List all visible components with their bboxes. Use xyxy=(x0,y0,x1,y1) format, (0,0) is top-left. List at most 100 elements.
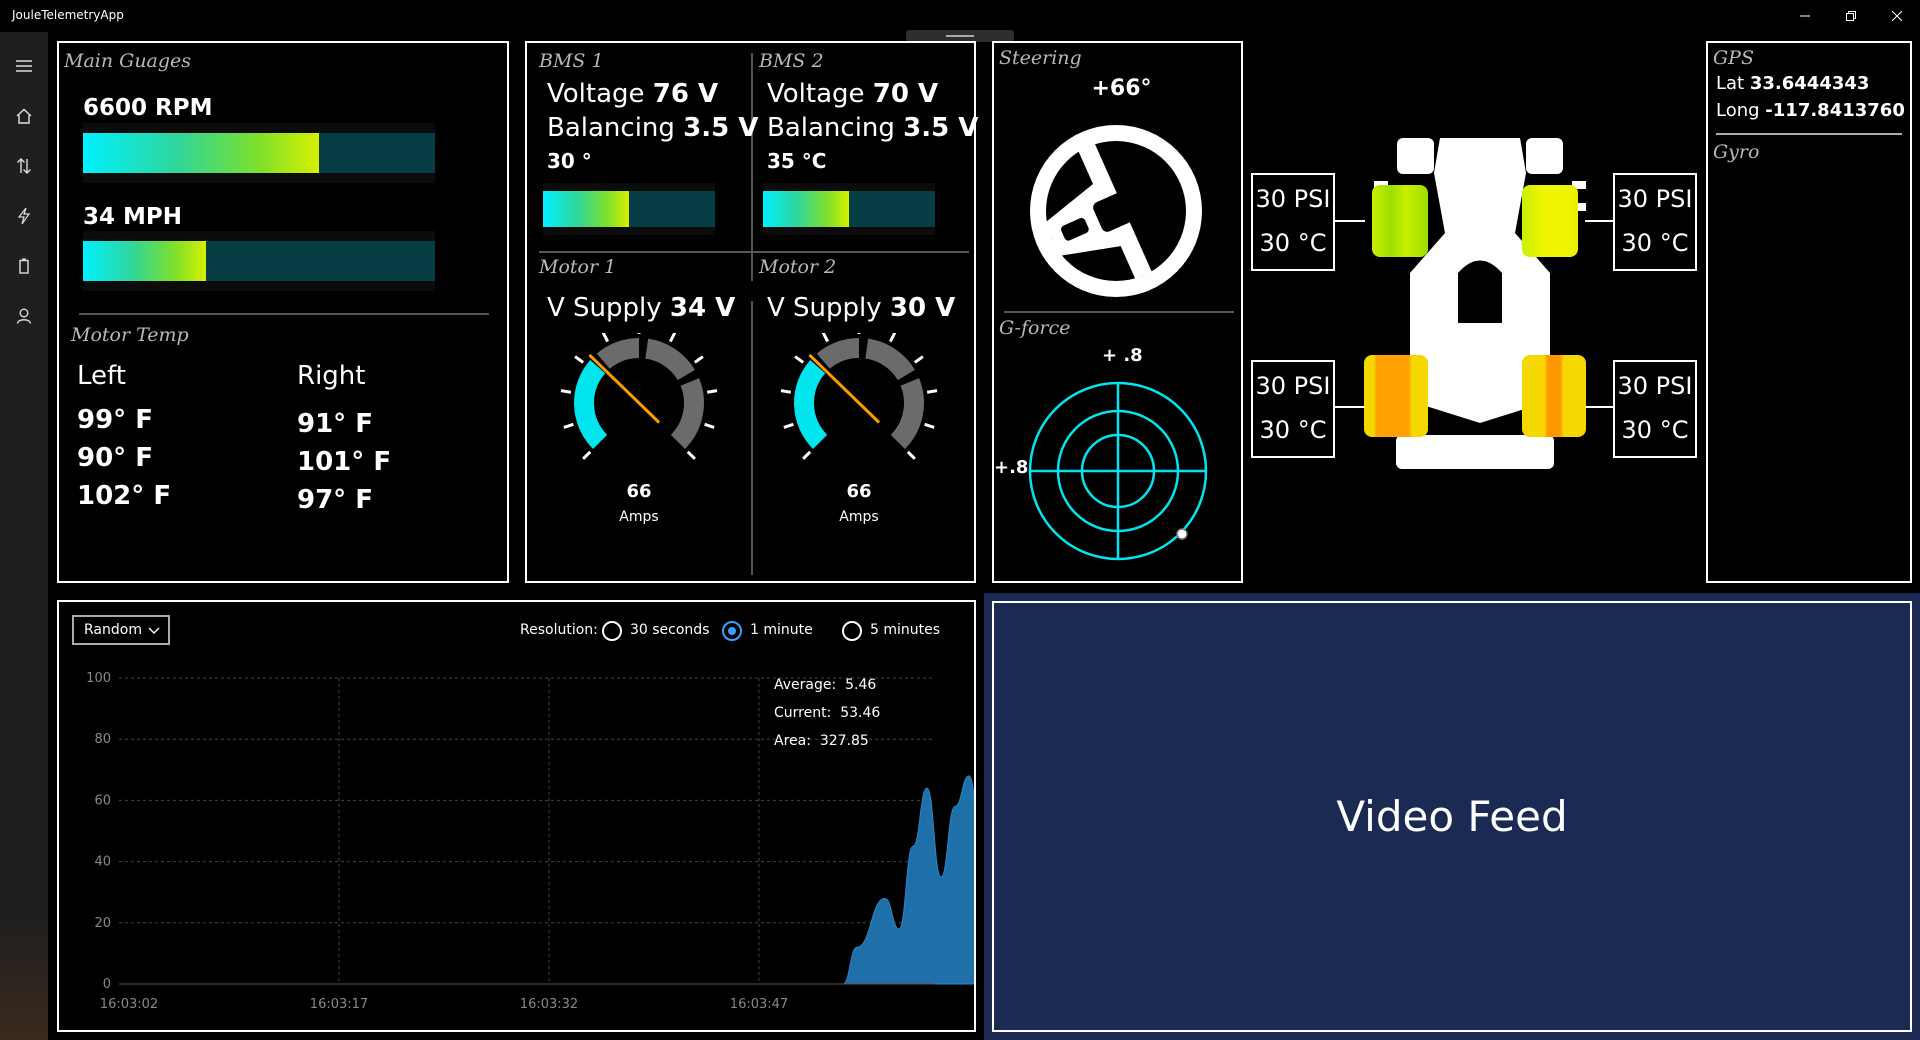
motor-temp-right-header: Right xyxy=(297,361,366,391)
y-tick-label: 100 xyxy=(86,671,111,686)
divider xyxy=(1716,133,1902,135)
x-tick-label: 16:03:02 xyxy=(100,997,158,1012)
rpm-bar-fill xyxy=(83,133,319,173)
gauge-segment xyxy=(816,338,860,370)
rpm-value: 6600 RPM xyxy=(83,95,213,121)
bms1-bar-fill xyxy=(543,191,629,227)
motor-temp-left-3: 102° F xyxy=(77,481,172,511)
gauge-tick xyxy=(704,422,715,429)
steering-panel: Steering +66° G-force + .8 +.8 xyxy=(992,41,1243,583)
front-left-pressure: 30 PSI xyxy=(1255,185,1331,213)
divider xyxy=(1004,311,1234,313)
gps-long-value: -117.8413760 xyxy=(1765,100,1905,121)
bms2-voltage-label: Voltage xyxy=(767,79,865,109)
bms2-temp: 35 °C xyxy=(767,149,827,173)
gauge-tick xyxy=(924,422,935,429)
motor1-title: Motor 1 xyxy=(539,256,617,278)
sidebar-item-power[interactable] xyxy=(0,192,48,240)
current-value: 53.46 xyxy=(840,705,881,721)
motor1-amps-unit: Amps xyxy=(619,509,659,525)
motor-temp-left-1: 99° F xyxy=(77,405,153,435)
front-left-temp: 30 °C xyxy=(1259,229,1327,257)
divider xyxy=(539,251,969,253)
motor-temp-left-2: 90° F xyxy=(77,443,153,473)
bms1-bar xyxy=(543,183,715,235)
gauge-segment xyxy=(596,338,640,370)
telemetry-area-chart: 0 20 40 60 80 100 16:03:02 16:03:17 16:03:32 16:0… xyxy=(86,671,974,1012)
speed-bar xyxy=(83,231,435,291)
motor-temp-right-1: 91° F xyxy=(297,409,373,439)
person-icon xyxy=(16,308,32,324)
motor-temp-title: Motor Temp xyxy=(71,324,189,346)
bms1-voltage-label: Voltage xyxy=(547,79,645,109)
motor2-supply-value: 30 V xyxy=(889,293,956,323)
bms2-title: BMS 2 xyxy=(759,50,824,72)
app-title: JouleTelemetryApp xyxy=(12,8,124,22)
lightning-icon xyxy=(17,208,31,224)
close-button[interactable] xyxy=(1874,0,1920,32)
motor-temp-right-2: 101° F xyxy=(297,447,392,477)
tire-front-right xyxy=(1522,185,1578,257)
gps-panel: GPS Lat 33.6444343 Long -117.8413760 Gyr… xyxy=(1706,41,1912,583)
gauge-tick xyxy=(913,355,924,364)
gforce-dot xyxy=(1176,528,1188,540)
video-feed[interactable]: Video Feed xyxy=(992,601,1912,1032)
gauge-tick xyxy=(780,389,792,394)
gauge-tick xyxy=(686,450,696,460)
swap-arrows-icon xyxy=(17,158,31,174)
video-feed-label: Video Feed xyxy=(1336,792,1568,841)
sidebar-item-home[interactable] xyxy=(0,92,48,140)
minimize-button[interactable] xyxy=(1782,0,1828,32)
bms2-bar-fill xyxy=(763,191,849,227)
bms1-voltage-value: 76 V xyxy=(652,79,719,109)
area-value: 327.85 xyxy=(819,733,869,749)
tire-info-rear-left: 30 PSI 30 °C xyxy=(1251,360,1335,458)
gauge-tick xyxy=(906,450,916,460)
rear-right-pressure: 30 PSI xyxy=(1617,372,1693,400)
tire-info-front-left: 30 PSI 30 °C xyxy=(1251,173,1335,271)
video-feed-container: Video Feed xyxy=(984,593,1920,1040)
restore-button[interactable] xyxy=(1828,0,1874,32)
close-icon xyxy=(1892,11,1902,21)
gauge-needle xyxy=(808,353,881,424)
main-gauges-panel: Main Guages 6600 RPM 34 MPH Motor Temp L… xyxy=(57,41,509,583)
average-label: Average: xyxy=(774,677,837,693)
sidebar-item-profile[interactable] xyxy=(0,292,48,340)
gforce-title: G-force xyxy=(999,317,1071,339)
motor2-amps-gauge xyxy=(780,333,938,460)
gauge-tick xyxy=(560,389,572,394)
y-tick-label: 20 xyxy=(94,916,111,931)
rear-right-temp: 30 °C xyxy=(1621,416,1689,444)
motor2-title: Motor 2 xyxy=(759,256,837,278)
motor1-amps-gauge xyxy=(560,333,718,460)
x-tick-label: 16:03:32 xyxy=(520,997,578,1012)
connector xyxy=(1335,406,1365,408)
rear-left-pressure: 30 PSI xyxy=(1255,372,1331,400)
motor2-amps-unit: Amps xyxy=(839,509,879,525)
sidebar-item-data[interactable] xyxy=(0,142,48,190)
motor2-supply-label: V Supply xyxy=(767,293,882,323)
tire-rear-left xyxy=(1364,355,1428,437)
bms1-balancing-label: Balancing xyxy=(547,113,675,143)
rpm-bar xyxy=(83,123,435,183)
connector xyxy=(1585,220,1615,222)
connector xyxy=(1585,406,1615,408)
gauge-tick xyxy=(706,389,718,394)
sidebar-item-battery[interactable] xyxy=(0,242,48,290)
gps-long-label: Long xyxy=(1716,100,1760,121)
bms1-balancing-value: 3.5 V xyxy=(683,113,759,143)
gauge-tick xyxy=(693,355,704,364)
gauge-segment xyxy=(864,338,915,381)
hamburger-button[interactable] xyxy=(0,42,48,90)
connector xyxy=(1335,220,1365,222)
gauge-segment xyxy=(890,378,924,449)
battery-icon xyxy=(19,258,29,274)
gauge-tick xyxy=(926,389,938,394)
y-tick-label: 80 xyxy=(94,732,111,747)
x-tick-label: 16:03:47 xyxy=(730,997,788,1012)
gauge-tick xyxy=(582,450,592,460)
gauge-tick xyxy=(563,422,574,429)
gps-title: GPS xyxy=(1713,47,1754,69)
y-tick-label: 40 xyxy=(94,855,111,870)
motor1-amps-value: 66 xyxy=(626,481,652,502)
